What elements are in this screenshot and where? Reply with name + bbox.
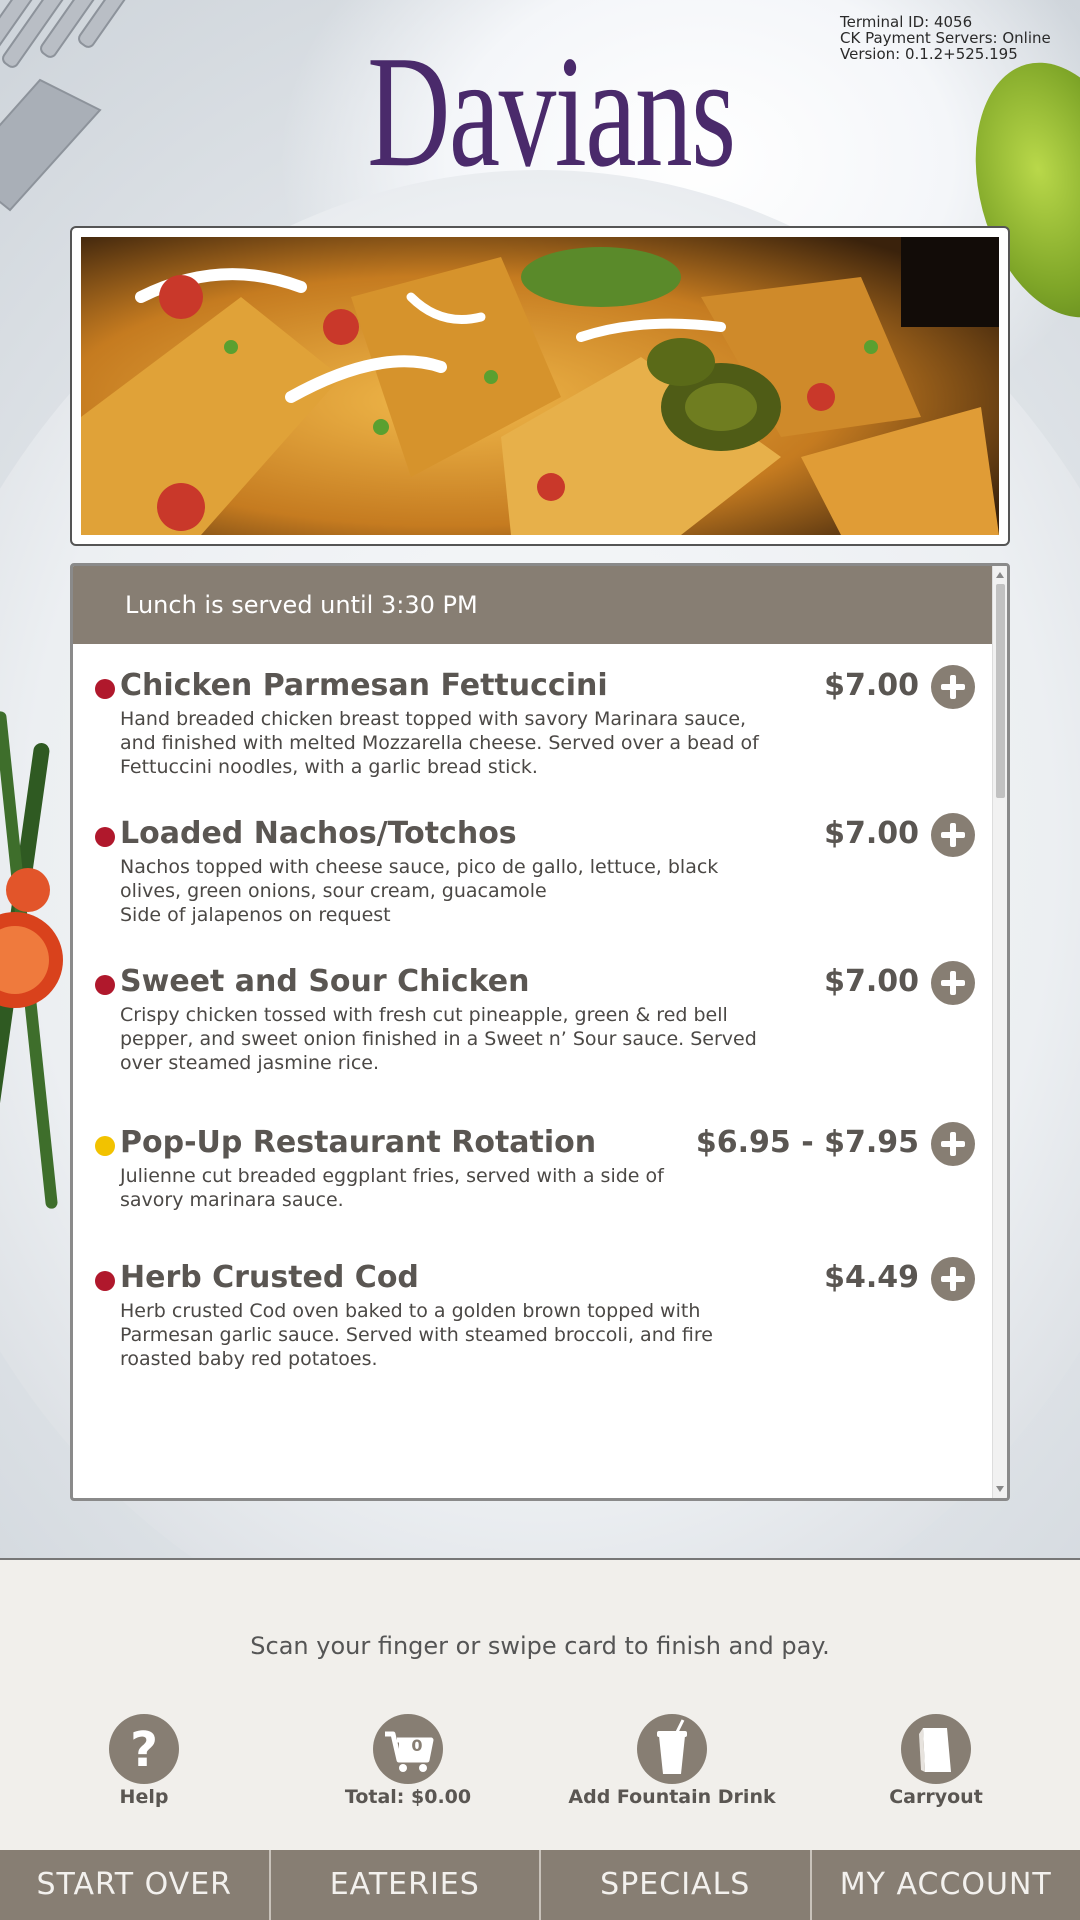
scroll-up-arrow-icon[interactable]: [996, 572, 1004, 578]
item-description-line: Nachos topped with cheese sauce, pico de…: [120, 856, 719, 902]
fountain-drink-label: Add Fountain Drink: [568, 1786, 776, 1808]
status-dot: [95, 1271, 115, 1291]
add-item-button[interactable]: [931, 1257, 975, 1301]
cup-icon: [637, 1714, 707, 1784]
app-version: Version: 0.1.2+525.195: [840, 45, 1018, 63]
menu-list-panel[interactable]: Lunch is served until 3:30 PM Chicken Pa…: [70, 563, 1010, 1501]
status-dot: [95, 975, 115, 995]
help-label: Help: [119, 1786, 169, 1808]
add-fountain-drink-button[interactable]: Add Fountain Drink: [552, 1714, 792, 1808]
item-name: Chicken Parmesan Fettuccini: [120, 668, 608, 703]
nachos-illustration: [81, 237, 999, 535]
nav-specials[interactable]: SPECIALS: [541, 1850, 812, 1920]
hero-image-frame: [70, 226, 1010, 546]
status-dot: [95, 1136, 115, 1156]
nav-eateries[interactable]: EATERIES: [271, 1850, 541, 1920]
cart-count-badge: 0: [411, 1736, 423, 1755]
menu-scrollbar[interactable]: [992, 566, 1007, 1498]
item-description: Crispy chicken tossed with fresh cut pin…: [120, 1004, 757, 1074]
nachos-photo: [81, 237, 999, 535]
item-price: $7.00: [824, 964, 919, 999]
vegetables-graphic: [0, 711, 63, 1377]
bag-icon: [901, 1714, 971, 1784]
bottom-navigation: START OVER EATERIES SPECIALS MY ACCOUNT: [0, 1850, 1080, 1920]
carryout-label: Carryout: [889, 1786, 983, 1808]
item-price: $7.00: [824, 816, 919, 851]
item-name: Loaded Nachos/Totchos: [120, 816, 517, 851]
payment-server-status: CK Payment Servers: Online: [840, 29, 1051, 47]
help-icon: ?: [109, 1714, 179, 1784]
nav-my-account[interactable]: MY ACCOUNT: [812, 1850, 1080, 1920]
item-name: Sweet and Sour Chicken: [120, 964, 530, 999]
status-dot: [95, 679, 115, 699]
item-price: $6.95 - $7.95: [695, 1125, 919, 1160]
checkout-panel: Scan your finger or swipe card to finish…: [0, 1558, 1080, 1850]
menu-section-header: Lunch is served until 3:30 PM: [73, 566, 995, 644]
item-description: Julienne cut breaded eggplant fries, ser…: [120, 1165, 664, 1211]
item-description: Nachos topped with cheese sauce, pico de…: [120, 855, 770, 927]
status-dot: [95, 827, 115, 847]
terminal-id: Terminal ID: 4056: [840, 13, 973, 31]
item-description-line: Side of jalapenos on request: [120, 904, 391, 926]
cart-total-button[interactable]: 0 Total: $0.00: [288, 1714, 528, 1808]
total-label: Total: $0.00: [344, 1786, 472, 1808]
add-item-button[interactable]: [931, 961, 975, 1005]
svg-text:?: ?: [130, 1722, 158, 1778]
help-button[interactable]: ? Help: [24, 1714, 264, 1808]
cart-icon: 0: [373, 1714, 443, 1784]
add-item-button[interactable]: [931, 1122, 975, 1166]
item-description: Herb crusted Cod oven baked to a golden …: [120, 1300, 713, 1370]
item-price: $7.00: [824, 668, 919, 703]
item-description: Hand breaded chicken breast topped with …: [120, 708, 759, 778]
item-name: Herb Crusted Cod: [120, 1260, 419, 1295]
add-item-button[interactable]: [931, 665, 975, 709]
brand-logo: Davians: [367, 22, 736, 200]
add-item-button[interactable]: [931, 813, 975, 857]
terminal-status: Terminal ID: 4056 CK Payment Servers: On…: [840, 14, 1080, 62]
item-name: Pop-Up Restaurant Rotation: [120, 1125, 597, 1160]
scroll-down-arrow-icon[interactable]: [996, 1486, 1004, 1492]
carryout-button[interactable]: Carryout: [816, 1714, 1056, 1808]
payment-instruction: Scan your finger or swipe card to finish…: [250, 1632, 830, 1660]
nav-start-over[interactable]: START OVER: [0, 1850, 271, 1920]
scroll-thumb[interactable]: [996, 584, 1005, 798]
item-price: $4.49: [824, 1260, 919, 1295]
fork-graphic: [0, 0, 186, 212]
